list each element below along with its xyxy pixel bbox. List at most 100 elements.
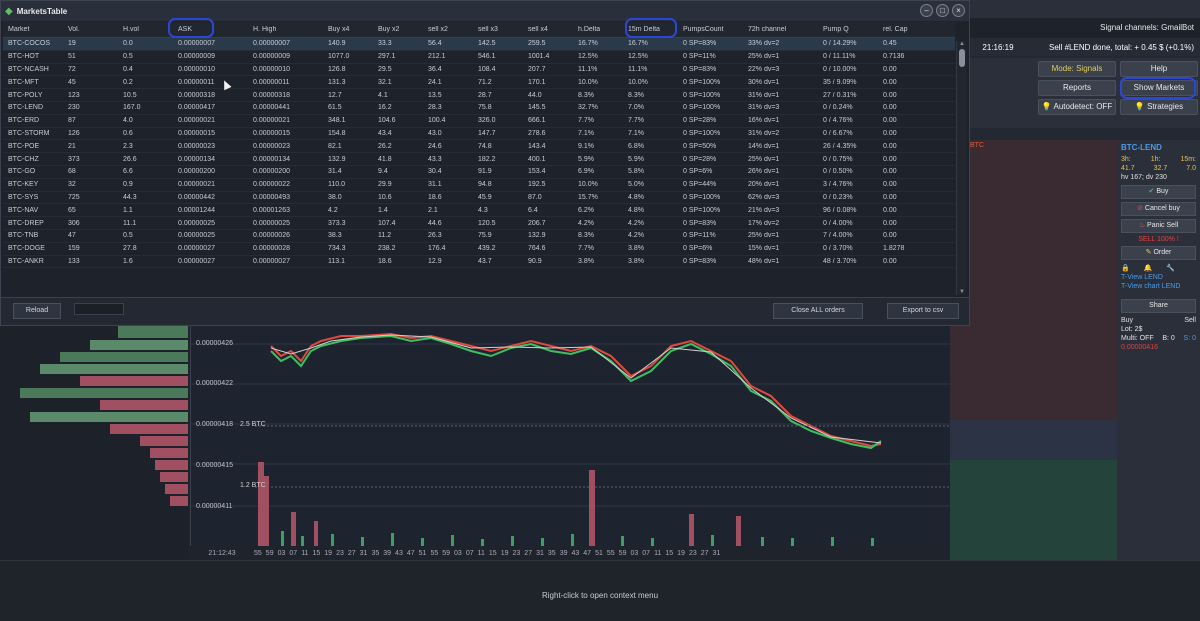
table-cell: 2.3 [123,142,133,150]
share-button[interactable]: Share [1121,299,1196,313]
scroll-thumb[interactable] [959,49,965,67]
column-header[interactable]: sell x3 [473,26,523,33]
export-csv-button[interactable]: Export to csv [887,303,959,319]
column-header[interactable]: rel. Cap [878,26,928,33]
minimize-button[interactable]: – [920,4,933,17]
table-row[interactable]: BTC-TNB 47 0.5 0.00000025 0.00000026 38.3 11.2… [3,230,955,243]
lock-icon[interactable]: 🔒 [1121,265,1136,272]
cancel-buy-button[interactable]: ⊘ Cancel buy [1121,202,1196,216]
column-header[interactable]: Buy x4 [323,26,373,33]
close-button[interactable]: × [952,4,965,17]
autodetect-label: Autodetect: OFF [1053,102,1113,111]
table-cell: 22% dv=3 [748,65,780,73]
table-row[interactable]: BTC-KEY 32 0.9 0.00000021 0.00000022 110.0 29.… [3,179,955,192]
reports-button[interactable]: Reports [1038,80,1116,96]
table-cell: 75.9 [478,232,492,240]
table-row[interactable]: BTC-POLY 123 10.5 0.00000318 0.00000318 12.7 4… [3,89,955,102]
price-chart[interactable] [190,326,951,546]
time-tick: 03 [454,549,462,557]
column-header[interactable]: sell x4 [523,26,573,33]
table-row[interactable]: BTC-HOT 51 0.5 0.00000009 0.00000009 1077.0 29… [3,51,955,64]
table-cell: 20% dv=1 [748,181,780,189]
table-cell: 0.00000442 [178,193,215,201]
bell-icon[interactable]: 🔔 [1144,265,1159,272]
table-row[interactable]: BTC-DOGE 159 27.8 0.00000027 0.00000028 734.3… [3,243,955,256]
table-cell: 131.3 [328,78,346,86]
table-row[interactable]: BTC-SYS 725 44.3 0.00000442 0.00000493 38.0 10… [3,192,955,205]
column-header[interactable]: Buy x2 [373,26,423,33]
maximize-button[interactable]: □ [936,4,949,17]
mode-signals-button[interactable]: Mode: Signals [1038,61,1116,77]
table-cell: 10.6 [378,193,392,201]
table-row[interactable]: BTC-STORM 126 0.6 0.00000015 0.00000015 154.8… [3,128,955,141]
table-row[interactable]: BTC-NAV 65 1.1 0.00001244 0.00001263 4.2 1.4 2.… [3,204,955,218]
table-cell: 74.8 [478,142,492,150]
scroll-up-icon[interactable]: ▲ [957,41,967,47]
table-row[interactable]: BTC-CHZ 373 26.6 0.00000134 0.00000134 132.9 4… [3,153,955,166]
table-cell: 9.1% [578,142,594,150]
table-cell: 764.6 [528,245,546,253]
vertical-scrollbar[interactable]: ▲ ▼ [956,41,966,295]
table-row[interactable]: BTC-MFT 45 0.2 0.00000011 0.00000011 131.3 32.… [3,76,955,90]
column-header[interactable]: sell x2 [423,26,473,33]
column-header[interactable]: h.Delta [573,26,623,33]
help-button[interactable]: Help [1120,61,1198,77]
table-row[interactable]: BTC-LEND 230 167.0 0.00000417 0.00000441 61.5… [3,102,955,115]
table-cell: 182.2 [478,155,496,163]
timeframe-values: 41.7 32.7 7.0 [1117,164,1200,173]
strategies-button[interactable]: 💡 Strategies [1120,99,1198,115]
table-cell: 3.8% [628,257,644,265]
pair-title: BTC-LEND [1121,143,1162,152]
table-cell: 27.8 [123,245,137,253]
column-header[interactable]: H.vol [118,26,173,33]
table-row[interactable]: BTC-POE 21 2.3 0.00000023 0.00000023 82.1 26.2… [3,140,955,154]
table-cell: 0.00000023 [253,142,290,150]
table-cell: 44.3 [123,193,137,201]
wrench-icon[interactable]: 🔧 [1166,265,1181,272]
buy-toggle[interactable]: Buy [1121,317,1133,324]
close-all-orders-button[interactable]: Close ALL orders [773,303,863,319]
column-header[interactable]: Pump Q [818,26,878,33]
buy-button[interactable]: ✔ Buy [1121,185,1196,199]
check-icon: ✔ [1148,188,1155,195]
table-row[interactable]: BTC-DREP 306 11.1 0.00000025 0.00000025 373.3… [3,217,955,230]
table-row[interactable]: BTC-NCASH 72 0.4 0.00000010 0.00000010 126.8 2… [3,64,955,77]
table-cell: 24.1 [428,78,442,86]
column-header[interactable]: 72h channel [743,26,818,33]
table-cell: 143.4 [528,142,546,150]
table-row[interactable]: BTC-COCOS 19 0.0 0.00000007 0.00000007 140.9 3… [3,38,955,51]
sell-toggle[interactable]: Sell [1184,317,1196,324]
reload-button[interactable]: Reload [13,303,61,319]
table-row[interactable]: BTC-ANKR 133 1.6 0.00000027 0.00000027 113.1 1… [3,256,955,269]
panic-sell-button[interactable]: ♨ Panic Sell [1121,219,1196,233]
table-cell: BTC-ERD [8,117,40,125]
table-cell: 0 SP=100% [683,129,721,137]
column-header[interactable]: Market [3,26,63,33]
table-cell: 192.5 [528,181,546,189]
table-row[interactable]: BTC-GO 68 6.6 0.00000200 0.00000200 31.4 9.4 30… [3,166,955,179]
title-bar[interactable]: ◆ MarketsTable – □ × [1,1,969,21]
time-tick: 31 [359,549,368,557]
table-cell: BTC-POE [8,142,40,150]
table-cell: 0.00000441 [253,104,290,112]
column-header[interactable]: PumpsCount [678,26,743,33]
column-header[interactable]: Vol. [63,26,118,33]
autodetect-button[interactable]: 💡 Autodetect: OFF [1038,99,1116,115]
tview-link[interactable]: T-View LEND [1117,273,1200,282]
order-button[interactable]: ✎ Order [1121,246,1196,260]
table-cell: 94.8 [478,181,492,189]
table-cell: 0 SP=100% [683,193,721,201]
column-header[interactable]: H. High [248,26,323,33]
order-book-asks [950,140,1117,420]
table-cell: 36.4 [428,65,442,73]
status-bar: Right-click to open context menu [0,560,1200,621]
ask-column-highlight [168,18,214,38]
tview-chart-link[interactable]: T-View chart LEND [1117,282,1200,291]
table-cell: 16% dv=1 [748,117,780,125]
table-cell: 0.00 [883,78,897,86]
multi-row: Multi: OFF B: 0 S: 0 [1117,334,1200,343]
scroll-down-icon[interactable]: ▼ [957,289,967,295]
filter-input[interactable] [74,303,124,315]
table-row[interactable]: BTC-ERD 87 4.0 0.00000021 0.00000021 348.1 104… [3,115,955,128]
tf-label: 15m: [1180,156,1196,163]
